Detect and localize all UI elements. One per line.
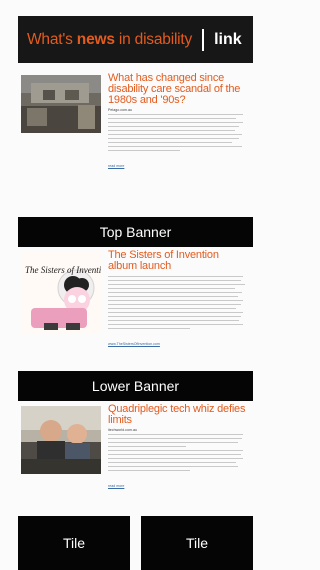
story-headline[interactable]: What has changed since disability care s…: [108, 73, 249, 106]
story-photo-people[interactable]: [21, 406, 101, 474]
brand-link[interactable]: link: [214, 31, 242, 49]
story-excerpt: [108, 114, 249, 151]
lower-banner[interactable]: Lower Banner: [18, 371, 253, 401]
brand-divider: [202, 28, 205, 51]
story-card[interactable]: Quadriplegic tech whiz defies limits ite…: [18, 401, 253, 510]
brand-prefix: What's: [27, 30, 77, 48]
read-more-link[interactable]: read more: [108, 484, 124, 488]
read-more-link[interactable]: www.TheSistersOfInvention.com: [108, 342, 160, 346]
tile-left[interactable]: Tile: [18, 516, 130, 570]
story-excerpt: [108, 434, 249, 471]
story-photo-institution[interactable]: [21, 75, 101, 133]
story-card[interactable]: The Sisters of Invention The Sisters of …: [18, 247, 253, 371]
tile-right[interactable]: Tile: [141, 516, 253, 570]
story-source: itechworld.com.au: [108, 428, 137, 432]
story-headline[interactable]: Quadriplegic tech whiz defies limits: [108, 404, 249, 426]
read-more-link[interactable]: read more: [108, 164, 124, 168]
story-headline[interactable]: The Sisters of Invention album launch: [108, 250, 249, 272]
story-card[interactable]: What has changed since disability care s…: [18, 70, 253, 212]
story-excerpt: [108, 276, 249, 329]
top-banner[interactable]: Top Banner: [18, 217, 253, 247]
brand-suffix: in disability: [114, 30, 193, 48]
album-art-text: The Sisters of Invention: [25, 265, 101, 275]
brand-title[interactable]: What's news in disability: [27, 31, 192, 49]
brand-bold: news: [76, 30, 115, 48]
story-source: Pelago.com.au: [108, 108, 132, 112]
masthead: What's news in disability link: [18, 16, 253, 63]
story-album-art[interactable]: The Sisters of Invention: [21, 252, 101, 334]
